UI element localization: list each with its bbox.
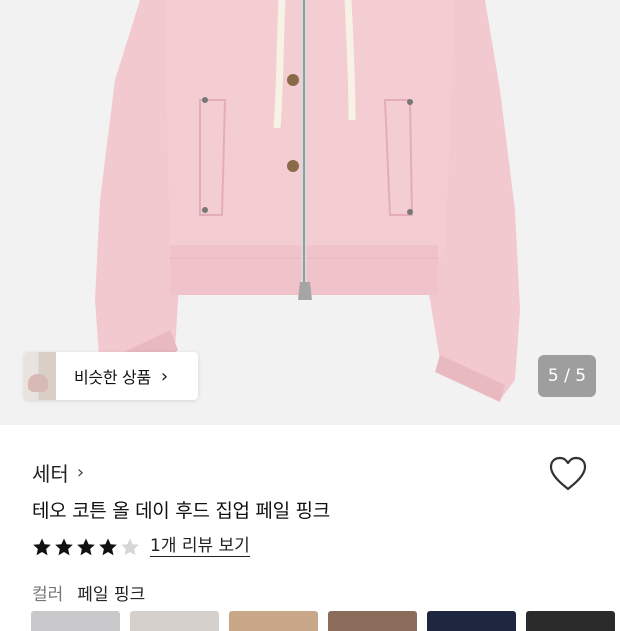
color-swatch[interactable] [130, 611, 219, 631]
color-label: 컬러 [32, 585, 64, 605]
color-swatch[interactable] [328, 611, 417, 631]
rating-stars [32, 537, 140, 557]
review-link[interactable]: 1개 리뷰 보기 [150, 536, 250, 557]
category-label: 세터 [32, 462, 69, 486]
chevron-right-icon: › [76, 462, 85, 483]
color-swatches [31, 611, 615, 631]
color-swatch[interactable] [526, 611, 615, 631]
similar-product-thumbnail [24, 352, 56, 400]
product-image-carousel[interactable]: 비슷한 상품 › 5 / 5 [0, 0, 620, 425]
heart-icon [549, 456, 587, 491]
image-page-indicator: 5 / 5 [538, 355, 596, 397]
color-swatch[interactable] [31, 611, 120, 631]
rating-row: 1개 리뷰 보기 [32, 536, 250, 557]
product-title: 테오 코튼 올 데이 후드 집업 페일 핑크 [32, 500, 330, 522]
color-value: 페일 핑크 [77, 585, 146, 605]
star-filled-icon [33, 538, 51, 555]
star-filled-icon [99, 538, 117, 555]
star-filled-icon [55, 538, 73, 555]
star-empty-icon [121, 538, 139, 555]
color-swatch[interactable] [229, 611, 318, 631]
color-swatch[interactable] [427, 611, 516, 631]
star-filled-icon [77, 538, 95, 555]
category-link[interactable]: 세터 › [32, 458, 84, 487]
similar-products-label: 비슷한 상품 [74, 368, 151, 387]
similar-products-button[interactable]: 비슷한 상품 › [24, 352, 198, 400]
wishlist-button[interactable] [548, 456, 588, 496]
chevron-right-icon: › [160, 365, 169, 387]
color-row: 컬러 페일 핑크 [32, 580, 145, 605]
